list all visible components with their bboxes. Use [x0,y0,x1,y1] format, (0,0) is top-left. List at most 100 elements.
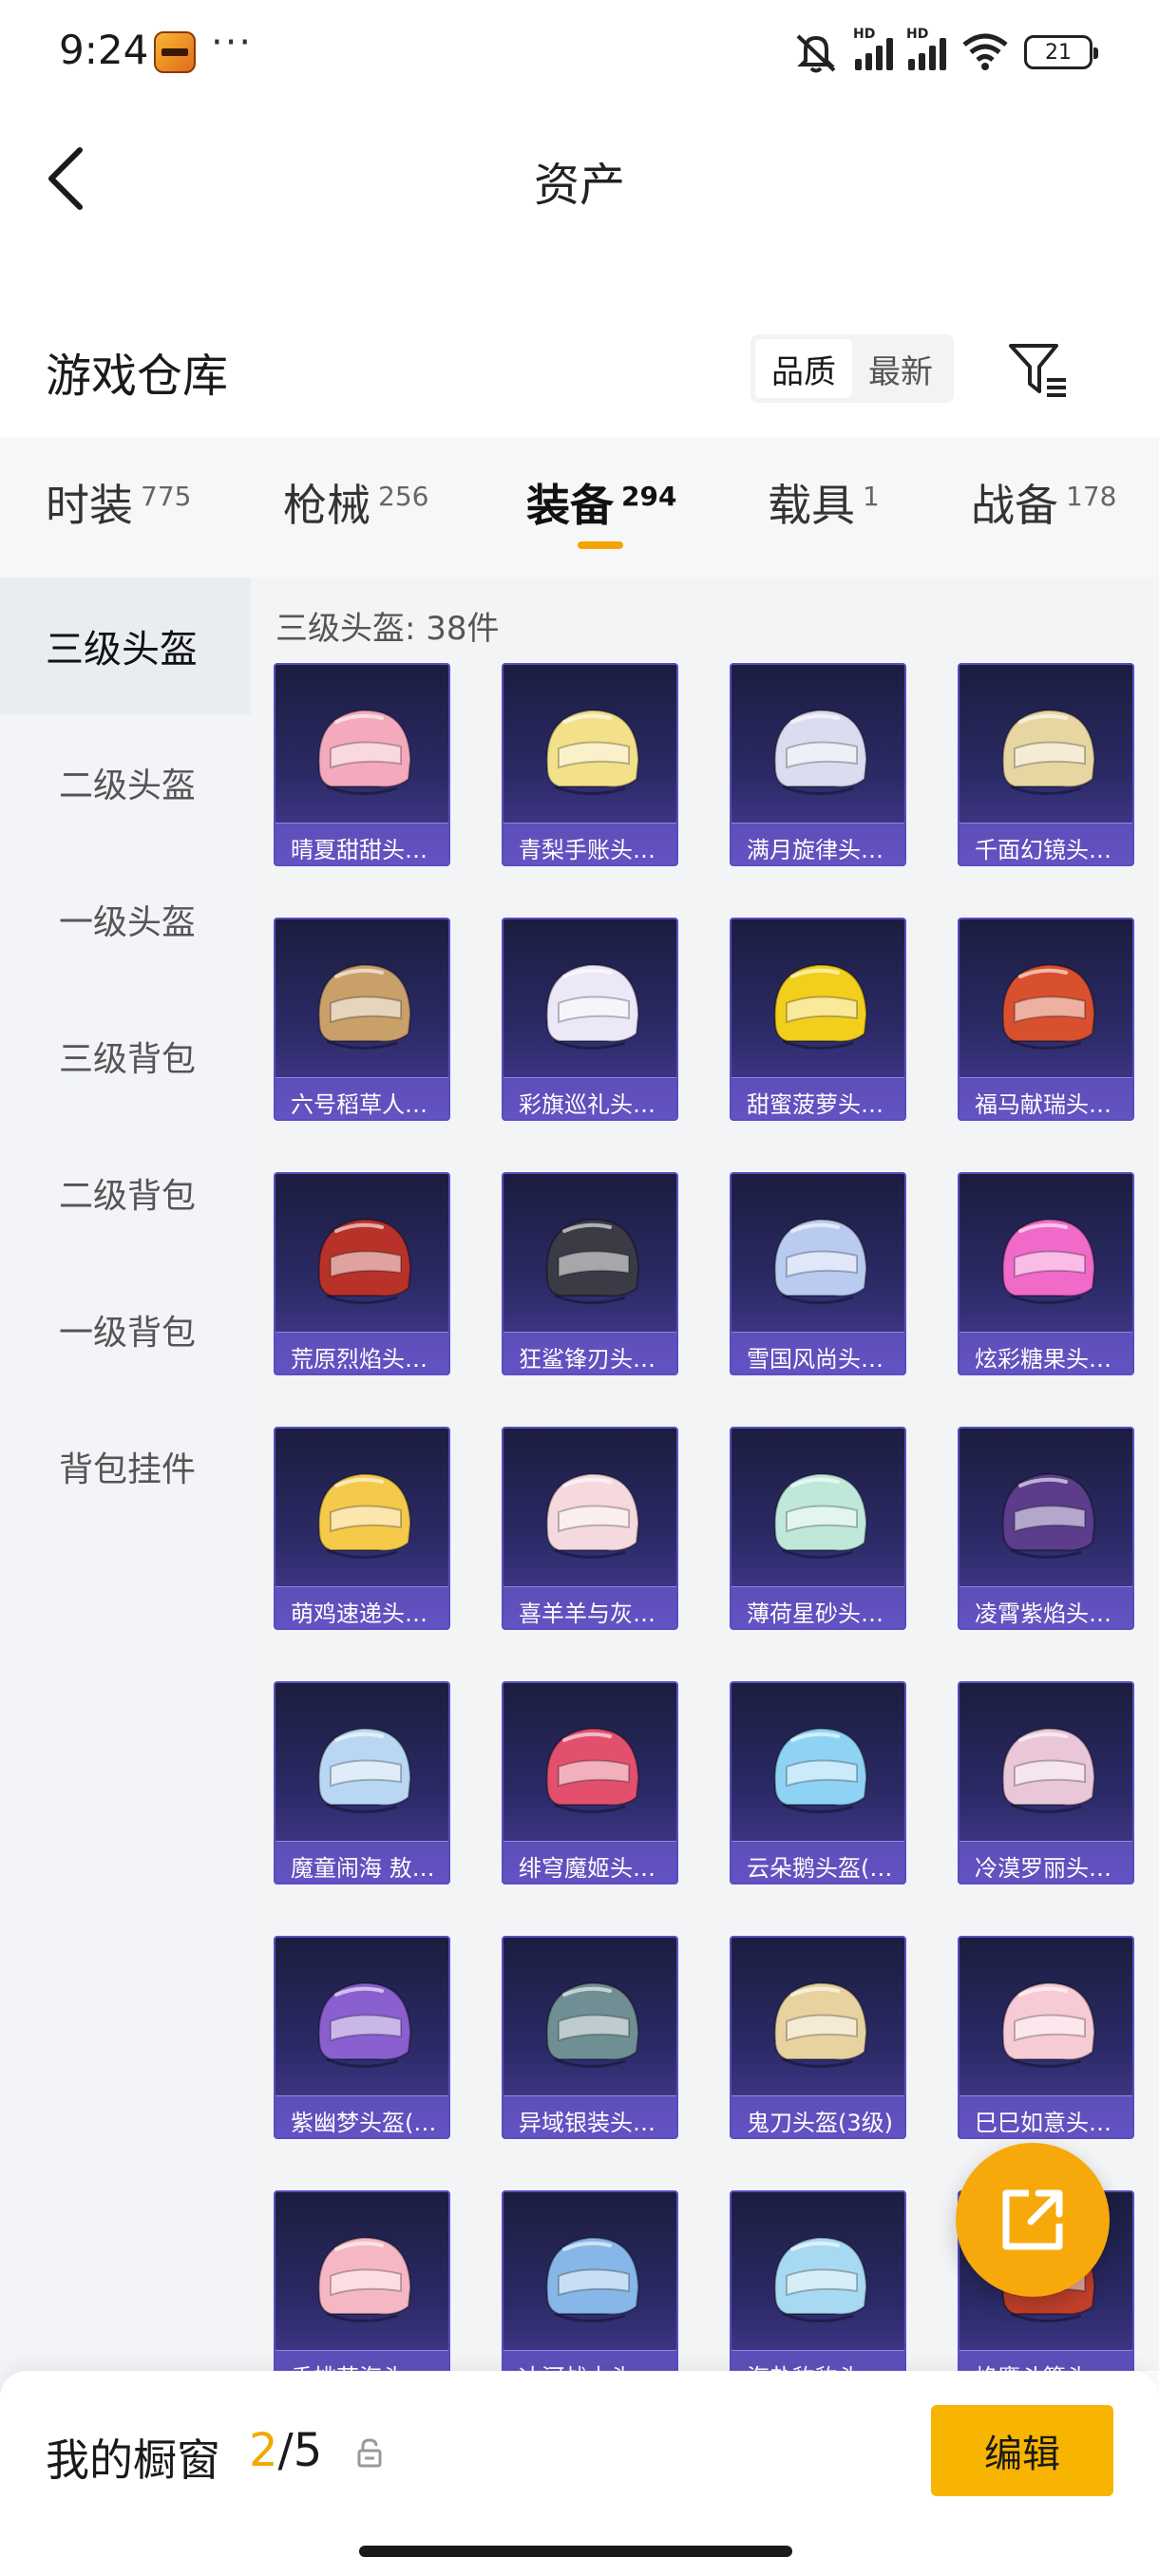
tab-count: 1 [863,480,880,512]
helmet-icon [545,1981,640,2069]
item-card[interactable]: 青梨手账头… [502,663,678,866]
helmet-icon [317,1981,412,2069]
showcase-label: 我的橱窗 [46,2434,220,2486]
item-card[interactable]: 紫幽梦头盔(… [274,1936,450,2139]
showcase-current: 2 [249,2424,278,2477]
helmet-icon [1001,963,1096,1051]
item-card[interactable]: 荒原烈焰头… [274,1172,450,1375]
tab-fashion[interactable]: 时装 775 [46,471,191,534]
helmet-icon [545,1472,640,1560]
helmet-icon [545,2236,640,2323]
warehouse-title: 游戏仓库 [46,350,229,403]
helmet-icon [317,1218,412,1305]
helmet-icon [545,1218,640,1305]
tab-label: 枪械 [283,480,370,531]
item-name: 冷漠罗丽头… [960,1841,1132,1883]
helmet-icon [773,1727,868,1814]
item-card[interactable]: 晴夏甜甜头… [274,663,450,866]
item-name: 六号稻草人… [276,1077,448,1119]
item-name: 绯穹魔姬头… [504,1841,676,1883]
tab-label: 装备 [526,480,614,531]
sidebar-item-level2-backpack[interactable]: 二级背包 [0,1125,251,1261]
wifi-icon [962,33,1008,70]
item-name: 狂鲨锋刃头… [504,1332,676,1373]
sidebar-item-level3-helmet[interactable]: 三级头盔 [0,578,251,714]
helmet-icon [1001,1981,1096,2069]
item-name: 满月旋律头… [732,823,904,864]
item-card[interactable]: 福马献瑞头… [958,918,1134,1121]
sort-newest-option[interactable]: 最新 [852,339,949,398]
active-tab-indicator [578,541,623,549]
item-name: 青梨手账头… [504,823,676,864]
item-name: 雪国风尚头… [732,1332,904,1373]
tab-count: 256 [378,480,429,512]
item-name: 异域银装头… [504,2095,676,2137]
item-card[interactable]: 海盐豹豹头… [730,2190,906,2371]
item-name: 魔童闹海 敖… [276,1841,448,1883]
item-card[interactable]: 甜蜜菠萝头… [730,918,906,1121]
tab-supplies[interactable]: 战备 178 [971,471,1116,534]
item-name: 薄荷星砂头… [732,1586,904,1628]
item-card[interactable]: 千面幻镜头… [958,663,1134,866]
item-card[interactable]: 萌鸡速递头… [274,1427,450,1630]
sort-quality-option[interactable]: 品质 [755,339,852,398]
item-name: 甜蜜菠萝头… [732,1077,904,1119]
item-card[interactable]: 炫彩糖果头… [958,1172,1134,1375]
item-card[interactable]: 云朵鹅头盔(… [730,1681,906,1885]
tab-count: 294 [621,480,677,512]
item-card[interactable]: 狂鲨锋刃头… [502,1172,678,1375]
sidebar-item-level2-helmet[interactable]: 二级头盔 [0,714,251,851]
helmet-icon [317,1727,412,1814]
sidebar-item-backpack-charm[interactable]: 背包挂件 [0,1398,251,1535]
item-name: 香桃花海头… [276,2350,448,2371]
filter-button[interactable] [1007,338,1070,401]
game-app-icon [154,31,196,73]
helmet-icon [773,2236,868,2323]
item-name: 鬼刀头盔(3级) [732,2095,904,2137]
item-card[interactable]: 冷漠罗丽头… [958,1681,1134,1885]
more-notifications-icon: ··· [211,21,254,65]
status-icons: HD HD 21 [792,27,1098,76]
tab-label: 战备 [971,480,1058,531]
item-name: 焰鹰斗篷头… [960,2350,1132,2371]
item-name: 紫幽梦头盔(… [276,2095,448,2137]
item-name: 海盐豹豹头… [732,2350,904,2371]
item-name: 凌霄紫焰头… [960,1586,1132,1628]
item-card[interactable]: 绯穹魔姬头… [502,1681,678,1885]
item-card[interactable]: 彩旗巡礼头… [502,918,678,1121]
showcase-count: 2/5 [249,2424,322,2477]
helmet-icon [1001,1218,1096,1305]
tab-equipment[interactable]: 装备 294 [526,471,676,534]
edit-button[interactable]: 编辑 [931,2405,1113,2496]
item-card[interactable]: 冰河战士头… [502,2190,678,2371]
item-card[interactable]: 巳巳如意头… [958,1936,1134,2139]
item-card[interactable]: 喜羊羊与灰… [502,1427,678,1630]
sidebar-item-level1-backpack[interactable]: 一级背包 [0,1261,251,1398]
home-indicator [359,2546,792,2557]
item-name: 喜羊羊与灰… [504,1586,676,1628]
item-card[interactable]: 香桃花海头… [274,2190,450,2371]
helmet-icon [1001,1472,1096,1560]
item-card[interactable]: 凌霄紫焰头… [958,1427,1134,1630]
item-card[interactable]: 鬼刀头盔(3级) [730,1936,906,2139]
item-card[interactable]: 雪国风尚头… [730,1172,906,1375]
item-card[interactable]: 六号稻草人… [274,918,450,1121]
helmet-icon [773,1472,868,1560]
helmet-icon [545,709,640,796]
helmet-icon [773,1218,868,1305]
tab-vehicles[interactable]: 载具 1 [768,471,880,534]
tab-guns[interactable]: 枪械 256 [283,471,428,534]
tab-count: 775 [141,480,192,512]
item-card[interactable]: 异域银装头… [502,1936,678,2139]
item-card[interactable]: 魔童闹海 敖… [274,1681,450,1885]
item-name: 炫彩糖果头… [960,1332,1132,1373]
tab-count: 178 [1066,480,1117,512]
item-card[interactable]: 薄荷星砂头… [730,1427,906,1630]
share-icon [1002,2189,1063,2250]
sidebar-item-level3-backpack[interactable]: 三级背包 [0,988,251,1125]
tab-label: 时装 [46,480,133,531]
item-card[interactable]: 满月旋律头… [730,663,906,866]
share-button[interactable] [956,2143,1110,2297]
section-label: 三级头盔: 38件 [276,610,500,648]
sidebar-item-level1-helmet[interactable]: 一级头盔 [0,851,251,988]
